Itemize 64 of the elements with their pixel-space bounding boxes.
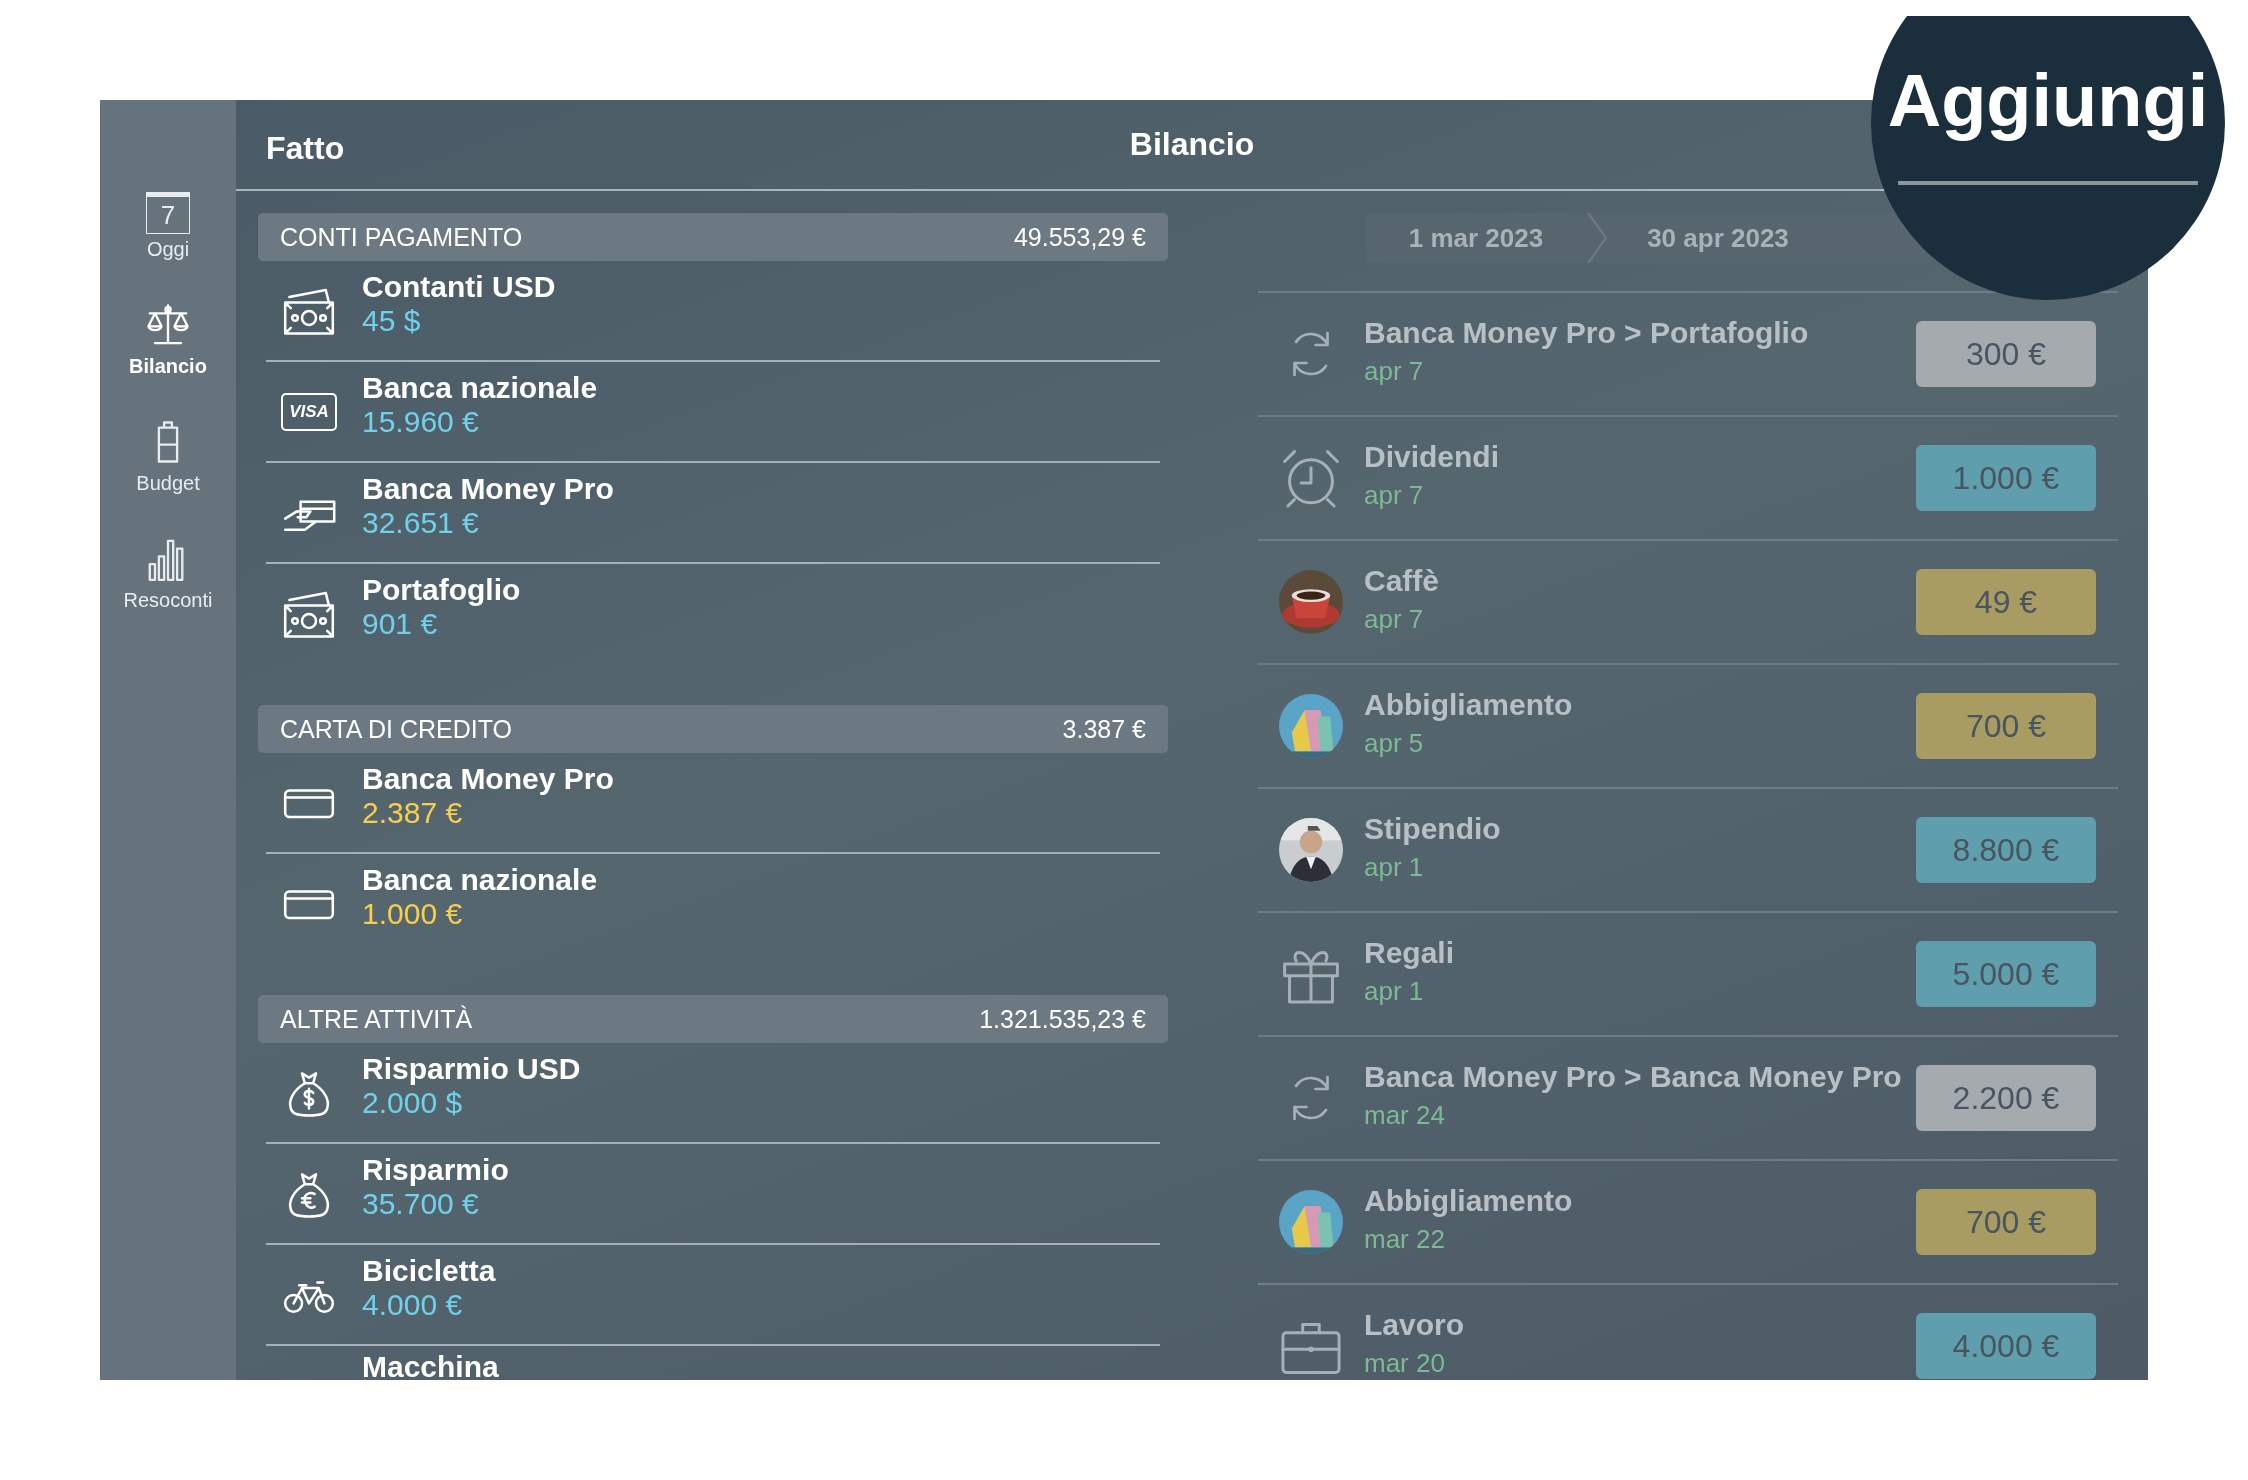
account-balance: 32.651 € — [362, 505, 480, 540]
section-title: CARTA DI CREDITO — [280, 714, 512, 744]
section-total: 49.553,29 € — [1013, 222, 1146, 252]
account-balance: 2.000 $ — [362, 1085, 464, 1120]
chevron-icon — [1586, 213, 1608, 263]
section-total: 1.321.535,23 € — [979, 1004, 1146, 1034]
section-total: 3.387 € — [1062, 714, 1146, 744]
account-balance: 35.700 € — [362, 1186, 480, 1221]
amount-badge: 4.000 € — [1916, 1313, 2096, 1379]
account-name: Macchina — [362, 1350, 499, 1380]
amount-badge: 2.200 € — [1916, 1065, 2096, 1131]
transaction-title: Caffè — [1364, 563, 1440, 598]
transaction-date: apr 1 — [1364, 851, 1425, 883]
sidebar-tab[interactable]: 7 Oggi — [146, 192, 190, 261]
transaction-title: Abbigliamento — [1364, 1183, 1574, 1218]
account-name: Banca nazionale — [362, 862, 598, 897]
transaction-date: apr 7 — [1364, 603, 1425, 635]
window-title: Bilancio — [1129, 126, 1255, 162]
account-name: Banca Money Pro — [362, 761, 614, 796]
amount-badge: 300 € — [1916, 321, 2096, 387]
account-balance: 45 $ — [362, 303, 422, 338]
account-name: Banca nazionale — [362, 370, 598, 405]
amount-badge: 5.000 € — [1916, 941, 2096, 1007]
transaction-date: apr 5 — [1364, 727, 1425, 759]
account-name: Contanti USD — [362, 269, 556, 304]
start-date[interactable]: 1 mar 2023 — [1366, 222, 1586, 254]
transaction-title: Banca Money Pro > Banca Money Pro — [1364, 1059, 1903, 1094]
account-balance: 2.387 € — [362, 795, 464, 830]
transaction-title: Regali — [1364, 935, 1456, 970]
amount-badge: 1.000 € — [1916, 445, 2096, 511]
section-title: ALTRE ATTIVITÀ — [280, 1004, 473, 1034]
amount-badge: 49 € — [1916, 569, 2096, 635]
card-brand-label: VISA — [281, 392, 337, 431]
amount-badge: 8.800 € — [1916, 817, 2096, 883]
end-date[interactable]: 30 apr 2023 — [1608, 222, 1828, 254]
transaction-title: Banca Money Pro > Portafoglio — [1364, 315, 1810, 350]
transaction-date: apr 7 — [1364, 479, 1425, 511]
add-button[interactable]: Aggiungi — [1887, 58, 2209, 143]
sidebar-tab[interactable]: Bilancio — [129, 299, 207, 378]
account-name: Risparmio USD — [362, 1051, 581, 1086]
transaction-date: apr 1 — [1364, 975, 1425, 1007]
transaction-date: apr 7 — [1364, 355, 1425, 387]
amount-badge: 700 € — [1916, 1189, 2096, 1255]
section-title: CONTI PAGAMENTO — [280, 222, 523, 252]
transaction-title: Dividendi — [1364, 439, 1500, 474]
sidebar-tab[interactable]: Resoconti — [123, 533, 213, 612]
done-button[interactable]: Fatto — [266, 130, 345, 167]
account-balance: 901 € — [362, 606, 439, 641]
account-name: Banca Money Pro — [362, 471, 614, 506]
transaction-date: mar 24 — [1364, 1099, 1446, 1131]
transaction-title: Abbigliamento — [1364, 687, 1574, 722]
sidebar-tab[interactable]: Budget — [136, 416, 200, 495]
transaction-date: mar 22 — [1364, 1223, 1446, 1255]
account-balance: 15.960 € — [362, 404, 480, 439]
account-name: Bicicletta — [362, 1253, 496, 1288]
calendar-icon: 7 — [146, 192, 190, 234]
account-name: Risparmio — [362, 1152, 509, 1187]
account-balance: 4.000 € — [362, 1287, 464, 1322]
transaction-title: Stipendio — [1364, 811, 1502, 846]
transaction-title: Lavoro — [1364, 1307, 1466, 1342]
account-name: Portafoglio — [362, 572, 521, 607]
transaction-date: mar 20 — [1364, 1347, 1446, 1379]
account-balance: 1.000 € — [362, 896, 464, 931]
amount-badge: 700 € — [1916, 693, 2096, 759]
